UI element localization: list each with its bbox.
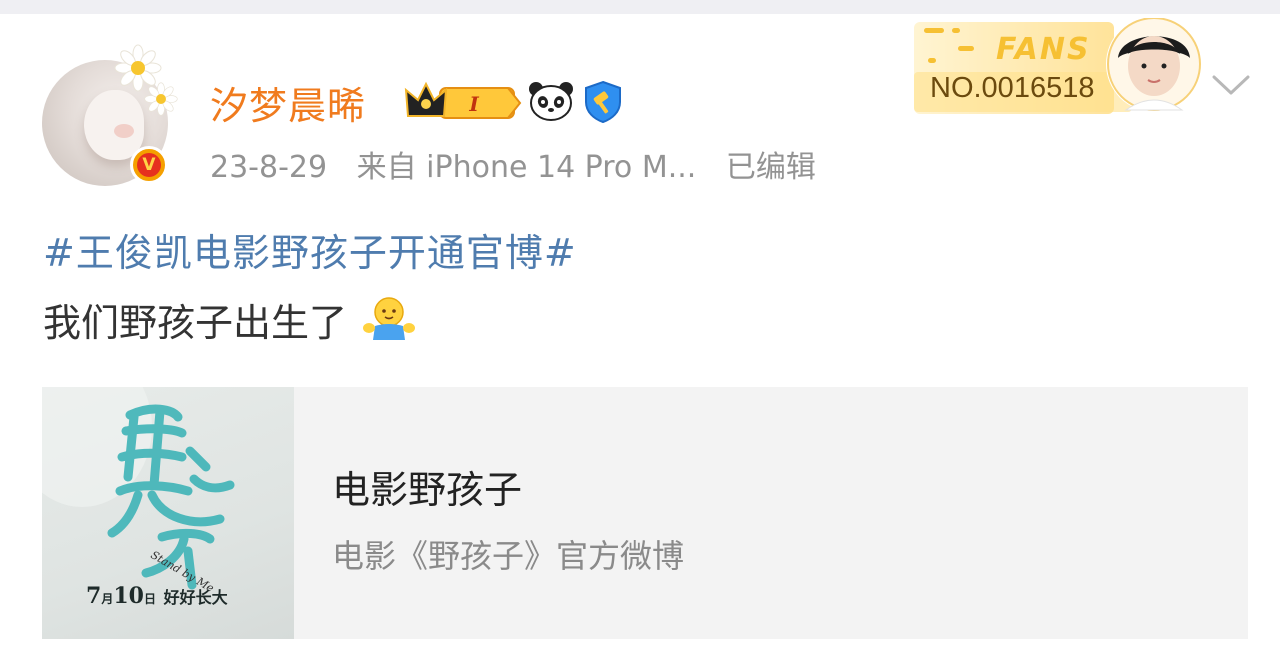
- profile-photo-icon: [1106, 18, 1202, 112]
- avatar[interactable]: V: [42, 44, 178, 188]
- crown-level-badge[interactable]: I: [404, 80, 522, 124]
- chevron-down-icon[interactable]: [1212, 74, 1250, 96]
- crown-icon: [404, 81, 448, 117]
- edited-label[interactable]: 已编辑: [726, 150, 816, 185]
- shield-icon[interactable]: [582, 80, 624, 124]
- hashtag-link[interactable]: #王俊凯电影野孩子开通官博#: [43, 222, 577, 277]
- top-divider: [0, 0, 1280, 14]
- link-card[interactable]: Stand by Me 7月10日 好好长大 电影野孩子 电影《野孩子》官方微博: [42, 387, 1248, 639]
- svg-text:I: I: [468, 92, 479, 116]
- card-title[interactable]: 电影野孩子: [332, 459, 522, 514]
- daisy-icon: [144, 82, 178, 116]
- thumb-release-date: 7月10日 好好长大: [86, 583, 228, 609]
- post-text: 我们野孩子出生了: [43, 301, 348, 345]
- post-meta: 23-8-29 来自 iPhone 14 Pro M... 已编辑: [210, 142, 816, 186]
- hug-emoji-icon: [363, 297, 416, 340]
- fans-label: FANS: [996, 32, 1091, 67]
- card-subtitle: 电影《野孩子》官方微博: [332, 537, 685, 575]
- verified-badge: V: [130, 146, 168, 184]
- username[interactable]: 汐梦晨晞: [210, 75, 366, 130]
- card-thumbnail: Stand by Me 7月10日 好好长大: [42, 387, 294, 639]
- post-date: 23-8-29: [210, 150, 328, 185]
- post-source[interactable]: 来自 iPhone 14 Pro M...: [357, 150, 697, 185]
- fans-number: NO.0016518: [930, 72, 1095, 104]
- panda-icon[interactable]: [527, 80, 575, 122]
- post-content: 我们野孩子出生了: [43, 292, 416, 347]
- fans-badge[interactable]: FANS NO.0016518: [912, 18, 1204, 114]
